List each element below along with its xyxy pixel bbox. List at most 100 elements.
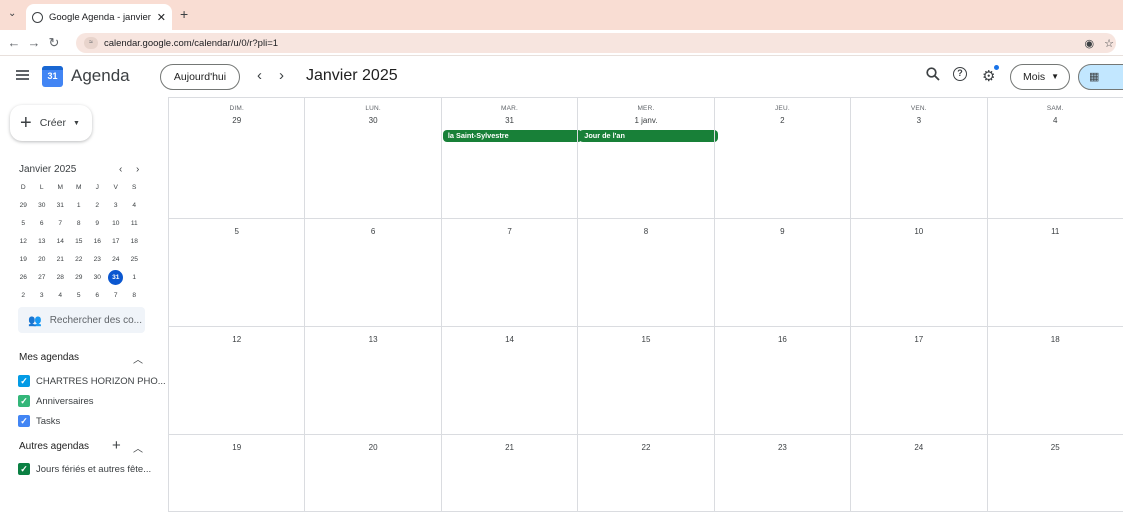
mini-day[interactable]: 23 xyxy=(88,251,107,269)
day-cell[interactable]: 11 xyxy=(986,219,1123,327)
event-jour-de-l-an[interactable]: Jour de l'an xyxy=(579,130,719,142)
calendar-item-anniversaires[interactable]: ✓ Anniversaires xyxy=(18,395,94,407)
day-number[interactable]: 9 xyxy=(715,227,850,236)
main-menu-icon[interactable] xyxy=(16,70,29,80)
day-number[interactable]: 2 xyxy=(715,116,850,125)
mini-day[interactable]: 4 xyxy=(125,197,144,215)
mini-day[interactable]: 9 xyxy=(88,215,107,233)
day-cell[interactable]: 13 xyxy=(304,327,441,435)
day-number[interactable]: 3 xyxy=(851,116,986,125)
checkbox-checked-icon[interactable]: ✓ xyxy=(18,375,30,387)
mini-day[interactable]: 5 xyxy=(70,287,89,305)
mini-day[interactable]: 12 xyxy=(14,233,33,251)
day-cell[interactable]: 6 xyxy=(304,219,441,327)
day-cell[interactable]: JEU. 2 xyxy=(713,98,851,219)
mini-day[interactable]: 2 xyxy=(14,287,33,305)
day-cell[interactable]: 10 xyxy=(850,219,987,327)
day-number[interactable]: 13 xyxy=(305,335,440,344)
mini-day[interactable]: 13 xyxy=(33,233,52,251)
day-number[interactable]: 7 xyxy=(442,227,577,236)
day-number[interactable]: 12 xyxy=(169,335,304,344)
day-number[interactable]: 30 xyxy=(305,116,440,125)
day-cell[interactable]: 18 xyxy=(986,327,1123,435)
day-cell[interactable]: 12 xyxy=(168,327,305,435)
next-period-icon[interactable]: › xyxy=(279,67,284,84)
day-cell[interactable]: 25 xyxy=(986,435,1123,512)
day-cell[interactable]: 7 xyxy=(440,219,578,327)
mini-prev-month-icon[interactable]: ‹ xyxy=(119,164,122,175)
calendar-item-chartres[interactable]: ✓ CHARTRES HORIZON PHO... xyxy=(18,375,166,387)
day-cell[interactable]: 21 xyxy=(440,435,578,512)
mini-day[interactable]: 3 xyxy=(107,197,126,215)
close-icon[interactable]: ✕ xyxy=(157,11,166,24)
checkbox-checked-icon[interactable]: ✓ xyxy=(18,395,30,407)
day-cell[interactable]: MER. 1 janv. Jour de l'an xyxy=(577,98,719,219)
day-number[interactable]: 29 xyxy=(169,116,304,125)
day-number[interactable]: 6 xyxy=(305,227,440,236)
mini-day[interactable]: 18 xyxy=(125,233,144,251)
eye-icon[interactable]: ◉ xyxy=(1085,37,1095,50)
new-tab-icon[interactable]: + xyxy=(180,6,188,22)
calendar-item-jours-feries[interactable]: ✓ Jours fériés et autres fête... xyxy=(18,463,151,475)
day-number[interactable]: 20 xyxy=(305,443,440,452)
day-number[interactable]: 22 xyxy=(578,443,713,452)
mini-day[interactable]: 4 xyxy=(51,287,70,305)
mini-day[interactable]: 14 xyxy=(51,233,70,251)
mini-next-month-icon[interactable]: › xyxy=(136,164,139,175)
calendar-logo-icon[interactable]: 31 xyxy=(42,66,63,87)
star-icon[interactable]: ☆ xyxy=(1104,37,1114,50)
day-cell[interactable]: 9 xyxy=(713,219,851,327)
mini-day[interactable]: 17 xyxy=(107,233,126,251)
calendar-view-toggle[interactable]: ▦ xyxy=(1078,64,1123,90)
mini-day[interactable]: 19 xyxy=(14,251,33,269)
day-cell[interactable]: 5 xyxy=(168,219,305,327)
day-cell[interactable]: 8 xyxy=(577,219,714,327)
mini-day[interactable]: 16 xyxy=(88,233,107,251)
previous-period-icon[interactable]: ‹ xyxy=(257,67,262,84)
day-cell[interactable]: MAR. 31 la Saint-Sylvestre xyxy=(440,98,582,219)
day-number[interactable]: 17 xyxy=(851,335,986,344)
day-number[interactable]: 25 xyxy=(988,443,1123,452)
forward-arrow-icon[interactable]: → xyxy=(24,35,44,50)
mini-day[interactable]: 27 xyxy=(33,269,52,287)
mini-day[interactable]: 2 xyxy=(88,197,107,215)
view-selector-button[interactable]: Mois ▼ xyxy=(1010,64,1070,90)
day-cell[interactable]: 15 xyxy=(577,327,714,435)
mini-day[interactable]: 25 xyxy=(125,251,144,269)
day-number[interactable]: 5 xyxy=(169,227,304,236)
add-calendar-icon[interactable]: + xyxy=(112,437,121,454)
checkbox-checked-icon[interactable]: ✓ xyxy=(18,415,30,427)
day-number[interactable]: 19 xyxy=(169,443,304,452)
calendar-item-tasks[interactable]: ✓ Tasks xyxy=(18,415,60,427)
mini-day[interactable]: 8 xyxy=(125,287,144,305)
day-cell[interactable]: SAM. 4 xyxy=(986,98,1123,219)
day-number[interactable]: 31 xyxy=(442,116,577,125)
mini-day[interactable]: 6 xyxy=(88,287,107,305)
day-cell[interactable]: 24 xyxy=(850,435,987,512)
day-cell[interactable]: 23 xyxy=(713,435,851,512)
create-button[interactable]: + Créer ▼ xyxy=(10,105,92,141)
mini-day[interactable]: 29 xyxy=(14,197,33,215)
mini-day[interactable]: 26 xyxy=(14,269,33,287)
mini-day[interactable]: 1 xyxy=(125,269,144,287)
mini-day[interactable]: 15 xyxy=(70,233,89,251)
mini-day[interactable]: 31 xyxy=(107,269,126,287)
day-number[interactable]: 18 xyxy=(988,335,1123,344)
mini-day[interactable]: 28 xyxy=(51,269,70,287)
mini-day[interactable]: 20 xyxy=(33,251,52,269)
mini-day[interactable]: 8 xyxy=(70,215,89,233)
today-button[interactable]: Aujourd'hui xyxy=(160,64,240,90)
mini-day[interactable]: 1 xyxy=(70,197,89,215)
reload-icon[interactable]: ↻ xyxy=(44,35,64,51)
mini-day[interactable]: 11 xyxy=(125,215,144,233)
mini-day[interactable]: 22 xyxy=(70,251,89,269)
mini-day[interactable]: 7 xyxy=(51,215,70,233)
mini-day[interactable]: 10 xyxy=(107,215,126,233)
day-number[interactable]: 24 xyxy=(851,443,986,452)
mini-day[interactable]: 30 xyxy=(88,269,107,287)
day-cell[interactable]: 17 xyxy=(850,327,987,435)
mini-day[interactable]: 24 xyxy=(107,251,126,269)
event-saint-sylvestre[interactable]: la Saint-Sylvestre xyxy=(442,130,582,142)
day-number[interactable]: 1 janv. xyxy=(578,116,713,125)
day-number[interactable]: 11 xyxy=(988,227,1123,236)
